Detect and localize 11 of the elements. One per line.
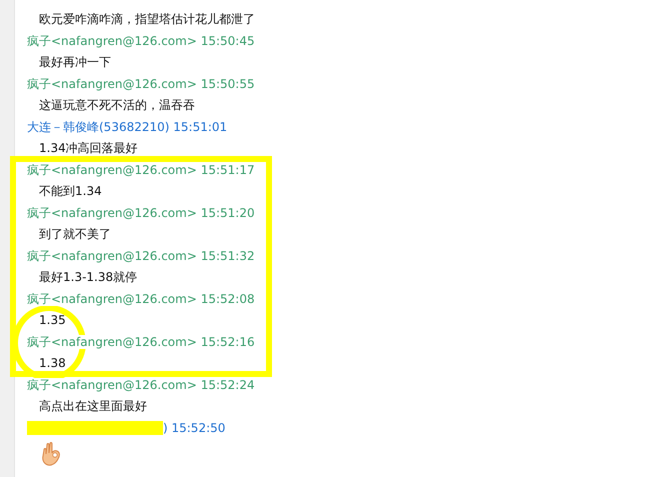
message-text: 这逼玩意不死不活的，温吞吞 (39, 98, 195, 112)
message-text: 到了就不美了 (39, 227, 111, 241)
message-text: 最好再冲一下 (39, 55, 111, 69)
ok-hand-icon (41, 442, 61, 466)
message-text: 1.35 (39, 313, 66, 327)
message-text: 不能到1.34 (39, 184, 102, 198)
message-text: 高点出在这里面最好 (39, 399, 147, 413)
message-text: 1.38 (39, 356, 66, 370)
message-text: 1.34冲高回落最好 (39, 141, 138, 155)
message-text: 最好1.3-1.38就停 (39, 270, 138, 284)
message-text: 欧元爱咋滴咋滴，指望塔估计花儿都泄了 (39, 12, 255, 26)
